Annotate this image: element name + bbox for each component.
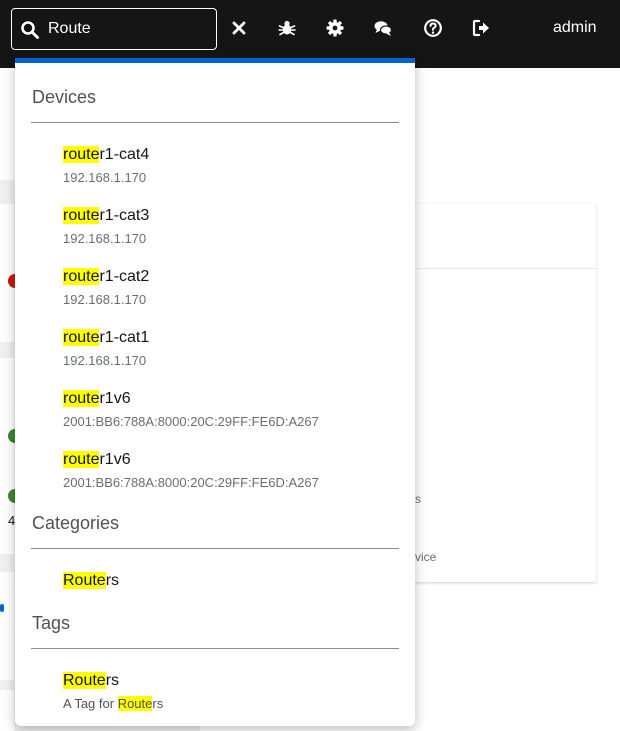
device-name: router1v6: [63, 390, 131, 407]
device-ip: 192.168.1.170: [63, 292, 147, 307]
bg-card: [0, 204, 14, 342]
bg-text: s: [415, 492, 421, 506]
device-name: router1-cat2: [63, 268, 150, 285]
divider: [31, 122, 399, 123]
device-ip: 2001:BB6:788A:8000:20C:29FF:FE6D:A267: [63, 414, 319, 429]
device-name: router1-cat3: [63, 207, 150, 224]
divider: [31, 648, 399, 649]
bug-icon[interactable]: [277, 18, 297, 38]
help-icon[interactable]: [423, 18, 443, 38]
device-ip: 192.168.1.170: [63, 231, 147, 246]
search-input[interactable]: [48, 18, 208, 40]
tag-description: A Tag for Routers: [63, 696, 164, 711]
user-menu[interactable]: admin: [553, 19, 597, 37]
category-name: Routers: [63, 572, 120, 589]
info-icon: [0, 604, 4, 612]
group-title-categories: Categories: [32, 513, 120, 533]
device-ip: 192.168.1.170: [63, 170, 147, 185]
bg-card: [0, 690, 14, 731]
search-icon: [21, 21, 39, 39]
comments-icon[interactable]: [373, 18, 393, 38]
group-title-tags: Tags: [32, 613, 71, 633]
device-ip: 2001:BB6:788A:8000:20C:29FF:FE6D:A267: [63, 475, 319, 490]
bg-card: [0, 572, 14, 680]
close-icon[interactable]: [229, 18, 249, 38]
group-title-devices: Devices: [32, 87, 97, 107]
device-name: router1-cat1: [63, 329, 150, 346]
device-name: router1v6: [63, 451, 131, 468]
device-ip: 192.168.1.170: [63, 353, 147, 368]
logout-icon[interactable]: [471, 18, 491, 38]
divider: [31, 548, 399, 549]
search-box[interactable]: [11, 8, 217, 50]
gear-icon[interactable]: [325, 18, 345, 38]
tag-name: Routers: [63, 672, 120, 689]
search-results-dropdown: Devices router1-cat4 192.168.1.170 route…: [15, 58, 415, 726]
device-name: router1-cat4: [63, 146, 150, 163]
bg-text: vice: [415, 550, 437, 564]
